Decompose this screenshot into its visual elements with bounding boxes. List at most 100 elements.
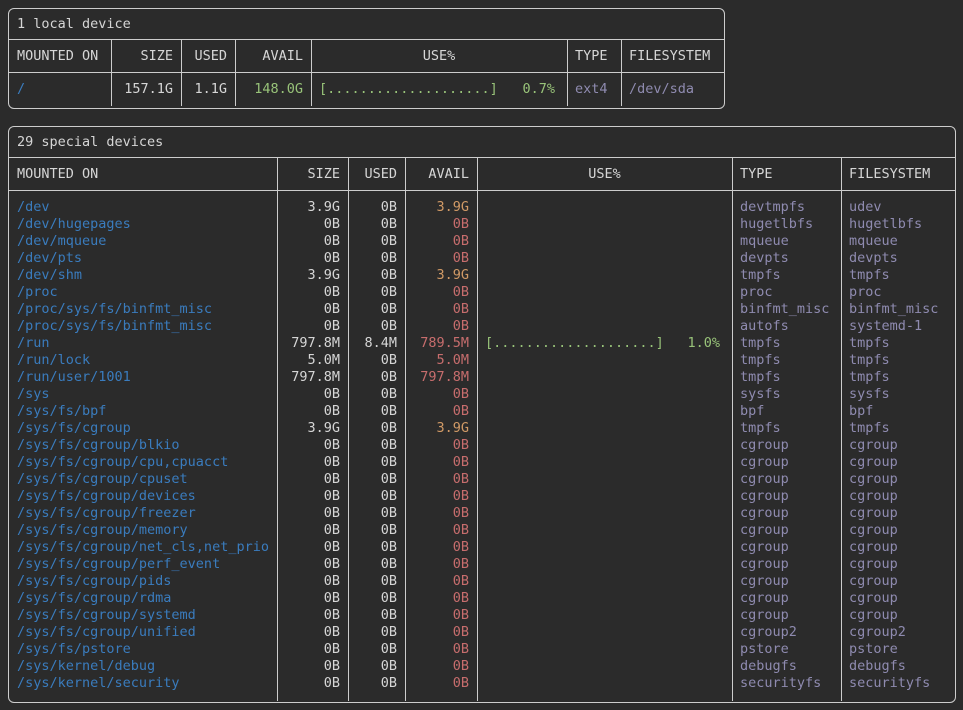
filesystem-cell: tmpfs bbox=[841, 267, 955, 284]
header-row: MOUNTED ONSIZEUSEDAVAILUSE%TYPEFILESYSTE… bbox=[9, 158, 955, 191]
duf-special-devices-table: 29 special devices MOUNTED ONSIZEUSEDAVA… bbox=[8, 126, 956, 703]
mounted-on-cell: /proc/sys/fs/binfmt_misc bbox=[9, 318, 277, 335]
table-row: /sys/fs/cgroup/pids0B0B0Bcgroupcgroup bbox=[9, 573, 955, 590]
size-cell: 797.8M bbox=[277, 335, 348, 352]
filesystem-cell: systemd-1 bbox=[841, 318, 955, 335]
size-cell: 5.0M bbox=[277, 352, 348, 369]
mounted-on-cell: /sys/fs/cgroup/freezer bbox=[9, 505, 277, 522]
size-cell: 3.9G bbox=[277, 267, 348, 284]
table-row: /proc0B0B0Bprocproc bbox=[9, 284, 955, 301]
column-separator bbox=[348, 158, 349, 701]
mounted-on-cell: /proc bbox=[9, 284, 277, 301]
size-cell: 0B bbox=[277, 437, 348, 454]
filesystem-cell: tmpfs bbox=[841, 335, 955, 352]
usage-bar: [....................] bbox=[319, 73, 498, 105]
avail-cell: 0B bbox=[405, 624, 477, 641]
mounted-on-cell: /run/user/1001 bbox=[9, 369, 277, 386]
type-cell: sysfs bbox=[732, 386, 841, 403]
used-cell: 0B bbox=[348, 454, 405, 471]
used-cell: 0B bbox=[348, 522, 405, 539]
mounted-on-cell: /dev/hugepages bbox=[9, 216, 277, 233]
size-cell: 0B bbox=[277, 505, 348, 522]
mounted-on-cell: /sys/fs/cgroup/net_cls,net_prio bbox=[9, 539, 277, 556]
type-cell: cgroup bbox=[732, 505, 841, 522]
avail-cell: 0B bbox=[405, 233, 477, 250]
type-cell: cgroup bbox=[732, 454, 841, 471]
size-cell: 0B bbox=[277, 488, 348, 505]
filesystem-cell: cgroup2 bbox=[841, 624, 955, 641]
use-cell bbox=[477, 216, 732, 233]
use-cell bbox=[477, 420, 732, 437]
table-row: /sys/fs/cgroup/blkio0B0B0Bcgroupcgroup bbox=[9, 437, 955, 454]
avail-cell: 0B bbox=[405, 522, 477, 539]
used-cell: 0B bbox=[348, 658, 405, 675]
size-cell: 0B bbox=[277, 675, 348, 692]
size-cell: 3.9G bbox=[277, 199, 348, 216]
size-cell: 797.8M bbox=[277, 369, 348, 386]
mounted-on-cell: /sys/kernel/debug bbox=[9, 658, 277, 675]
type-cell: cgroup2 bbox=[732, 624, 841, 641]
use-cell bbox=[477, 250, 732, 267]
column-header: TYPE bbox=[732, 158, 841, 190]
table-row: /proc/sys/fs/binfmt_misc0B0B0Bautofssyst… bbox=[9, 318, 955, 335]
table-body: /157.1G1.1G148.0G[....................]0… bbox=[9, 73, 724, 105]
type-cell: cgroup bbox=[732, 488, 841, 505]
filesystem-cell: pstore bbox=[841, 641, 955, 658]
use-cell bbox=[477, 386, 732, 403]
mounted-on-cell: /sys/fs/cgroup/unified bbox=[9, 624, 277, 641]
size-cell: 0B bbox=[277, 471, 348, 488]
mounted-on-cell: /sys/fs/cgroup/blkio bbox=[9, 437, 277, 454]
mounted-on-cell: /sys bbox=[9, 386, 277, 403]
mounted-on-cell: /sys/kernel/security bbox=[9, 675, 277, 692]
terminal-screen: { "colors": { "background": "#2b2b2b", "… bbox=[0, 0, 963, 710]
mounted-on-cell: /sys/fs/cgroup/pids bbox=[9, 573, 277, 590]
column-header: MOUNTED ON bbox=[9, 158, 277, 190]
column-separator bbox=[405, 158, 406, 701]
column-separator bbox=[111, 40, 112, 106]
table-row: /157.1G1.1G148.0G[....................]0… bbox=[9, 73, 724, 105]
column-header: MOUNTED ON bbox=[9, 40, 111, 72]
filesystem-cell: securityfs bbox=[841, 675, 955, 692]
column-separator bbox=[621, 40, 622, 106]
duf-local-devices-table: 1 local device MOUNTED ONSIZEUSEDAVAILUS… bbox=[8, 8, 725, 109]
use-cell bbox=[477, 675, 732, 692]
size-cell: 3.9G bbox=[277, 420, 348, 437]
use-cell bbox=[477, 437, 732, 454]
use-cell bbox=[477, 199, 732, 216]
type-cell: proc bbox=[732, 284, 841, 301]
used-cell: 1.1G bbox=[181, 73, 235, 105]
filesystem-cell: devpts bbox=[841, 250, 955, 267]
avail-cell: 0B bbox=[405, 658, 477, 675]
mounted-on-cell: /sys/fs/cgroup/cpuset bbox=[9, 471, 277, 488]
avail-cell: 3.9G bbox=[405, 267, 477, 284]
table-row: /dev/shm3.9G0B3.9Gtmpfstmpfs bbox=[9, 267, 955, 284]
used-cell: 0B bbox=[348, 284, 405, 301]
type-cell: tmpfs bbox=[732, 267, 841, 284]
filesystem-cell: cgroup bbox=[841, 471, 955, 488]
size-cell: 0B bbox=[277, 318, 348, 335]
table-row: /sys/fs/cgroup/freezer0B0B0Bcgroupcgroup bbox=[9, 505, 955, 522]
use-cell bbox=[477, 488, 732, 505]
table-row: /dev3.9G0B3.9Gdevtmpfsudev bbox=[9, 199, 955, 216]
used-cell: 0B bbox=[348, 267, 405, 284]
table-row: /sys/fs/cgroup3.9G0B3.9Gtmpfstmpfs bbox=[9, 420, 955, 437]
table-row: /sys/kernel/security0B0B0Bsecurityfssecu… bbox=[9, 675, 955, 692]
filesystem-cell: cgroup bbox=[841, 573, 955, 590]
table-row: /dev/hugepages0B0B0Bhugetlbfshugetlbfs bbox=[9, 216, 955, 233]
column-header: USED bbox=[181, 40, 235, 72]
filesystem-cell: sysfs bbox=[841, 386, 955, 403]
use-cell bbox=[477, 590, 732, 607]
use-cell bbox=[477, 454, 732, 471]
column-header: SIZE bbox=[111, 40, 181, 72]
table-row: /sys/fs/cgroup/devices0B0B0Bcgroupcgroup bbox=[9, 488, 955, 505]
mounted-on-cell: /sys/fs/bpf bbox=[9, 403, 277, 420]
header-row: MOUNTED ONSIZEUSEDAVAILUSE%TYPEFILESYSTE… bbox=[9, 40, 724, 73]
column-header: FILESYSTEM bbox=[621, 40, 724, 72]
usage-percent: 0.7% bbox=[522, 73, 555, 105]
used-cell: 0B bbox=[348, 556, 405, 573]
avail-cell: 0B bbox=[405, 386, 477, 403]
used-cell: 0B bbox=[348, 301, 405, 318]
filesystem-cell: cgroup bbox=[841, 590, 955, 607]
size-cell: 0B bbox=[277, 556, 348, 573]
filesystem-cell: cgroup bbox=[841, 522, 955, 539]
